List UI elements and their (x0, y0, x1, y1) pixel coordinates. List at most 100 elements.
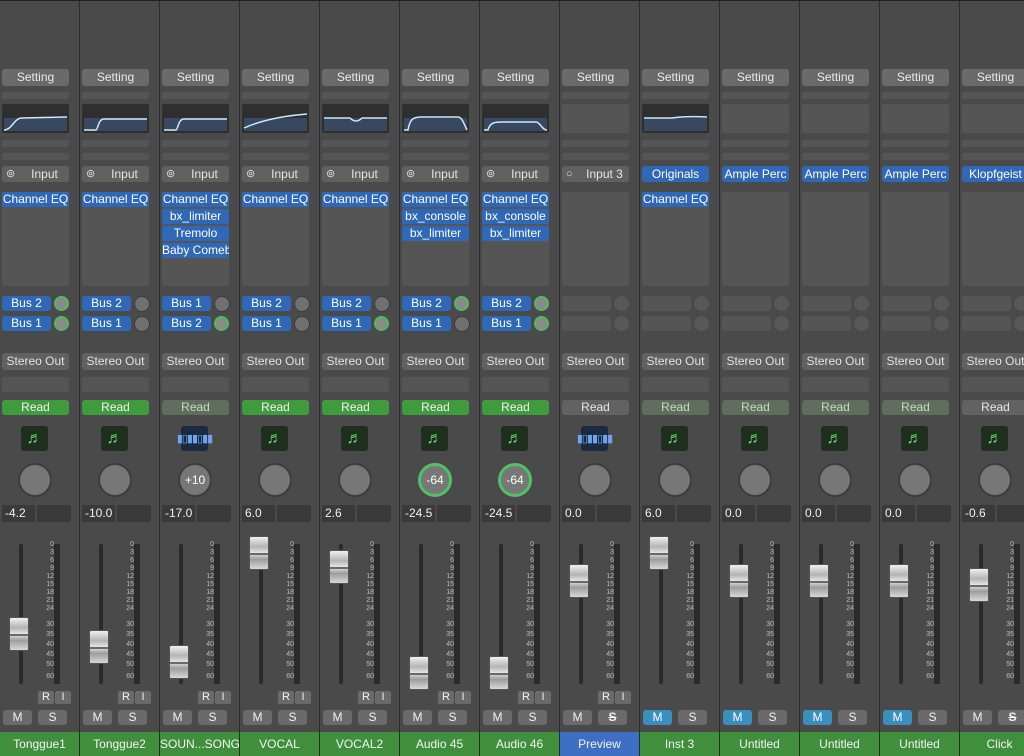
volume-readout[interactable]: 6.0 (642, 505, 675, 522)
group-slot[interactable] (242, 377, 309, 392)
eq-display[interactable] (722, 104, 789, 133)
input-format-slot[interactable] (482, 153, 549, 160)
input-format-slot[interactable] (322, 153, 389, 160)
eq-display[interactable] (482, 104, 549, 133)
group-slot[interactable] (562, 377, 629, 392)
send-level-knob[interactable] (534, 296, 549, 311)
input-format-slot[interactable] (962, 153, 1024, 160)
setting-button[interactable]: Setting (2, 69, 69, 86)
group-slot[interactable] (482, 377, 549, 392)
audio-effects-slots[interactable]: Channel EQ bx_console bx_limiter (402, 192, 469, 286)
audio-effects-slots[interactable]: Channel EQ (242, 192, 309, 286)
audio-effects-slots[interactable]: Channel EQ (642, 192, 709, 286)
send-slot[interactable] (882, 316, 931, 331)
midi-effects-slot[interactable] (162, 140, 229, 147)
input-monitor-button[interactable]: I (455, 691, 471, 704)
plugin-slot[interactable]: Tremolo (162, 226, 229, 241)
solo-button[interactable]: S (918, 710, 947, 725)
automation-mode-button[interactable]: Read (642, 400, 709, 415)
group-slot[interactable] (82, 377, 149, 392)
audio-effects-slots[interactable] (562, 192, 629, 286)
volume-fader[interactable] (249, 536, 269, 570)
setting-button[interactable]: Setting (802, 69, 869, 86)
stereo-link-icon[interactable]: ⊚ (6, 166, 15, 182)
send-level-knob[interactable] (1014, 296, 1024, 311)
eq-display[interactable] (82, 104, 149, 133)
pan-knob[interactable] (18, 463, 52, 497)
send-slot[interactable] (802, 296, 851, 311)
automation-mode-button[interactable]: Read (242, 400, 309, 415)
mute-button[interactable]: M (723, 710, 752, 725)
send-level-knob[interactable] (54, 316, 69, 331)
group-slot[interactable] (962, 377, 1024, 392)
stereo-link-icon[interactable]: ⊚ (86, 166, 95, 182)
send-slot[interactable]: Bus 2 (2, 296, 51, 311)
solo-button[interactable]: S (38, 710, 67, 725)
send-level-knob[interactable] (214, 316, 229, 331)
output-slot[interactable]: Stereo Out (562, 353, 629, 370)
send-level-knob[interactable] (774, 296, 789, 311)
solo-button[interactable]: S (358, 710, 387, 725)
send-level-knob[interactable] (854, 296, 869, 311)
mute-button[interactable]: M (883, 710, 912, 725)
midi-effects-slot[interactable] (402, 140, 469, 147)
input-monitor-button[interactable]: I (295, 691, 311, 704)
pan-knob[interactable]: -64 (418, 463, 452, 497)
setting-button[interactable]: Setting (962, 69, 1024, 86)
stereo-link-icon[interactable]: ⊚ (246, 166, 255, 182)
output-slot[interactable]: Stereo Out (162, 353, 229, 370)
plugin-slot[interactable]: Channel EQ (82, 192, 149, 207)
send-level-knob[interactable] (54, 296, 69, 311)
output-slot[interactable]: Stereo Out (722, 353, 789, 370)
audio-effects-slots[interactable]: Channel EQ bx_console bx_limiter (482, 192, 549, 286)
audio-effects-slots[interactable]: Channel EQ (2, 192, 69, 286)
input-format-slot[interactable] (802, 153, 869, 160)
instrument-slot[interactable]: Originals (642, 166, 709, 182)
record-enable-button[interactable]: R (358, 691, 374, 704)
audio-effects-slots[interactable] (802, 192, 869, 286)
volume-fader[interactable] (969, 568, 989, 602)
eq-display[interactable] (962, 104, 1024, 133)
mute-button[interactable]: M (563, 710, 592, 725)
record-enable-button[interactable]: R (278, 691, 294, 704)
pan-knob[interactable] (658, 463, 692, 497)
mute-button[interactable]: M (643, 710, 672, 725)
track-name[interactable]: SOUN...SONG (160, 732, 239, 756)
volume-readout[interactable]: -10.0 (82, 505, 115, 522)
pan-knob[interactable] (738, 463, 772, 497)
audio-effects-slots[interactable]: Channel EQ (322, 192, 389, 286)
instrument-slot[interactable]: Ample Perc (802, 166, 869, 182)
eq-display[interactable] (802, 104, 869, 133)
setting-button[interactable]: Setting (242, 69, 309, 86)
plugin-slot[interactable]: Channel EQ (242, 192, 309, 207)
track-name[interactable]: VOCAL (240, 732, 319, 756)
input-format-slot[interactable] (162, 153, 229, 160)
send-level-knob[interactable] (454, 296, 469, 311)
send-level-knob[interactable] (454, 316, 470, 332)
plugin-slot[interactable]: bx_console (482, 209, 549, 224)
volume-fader[interactable] (649, 536, 669, 570)
input-monitor-button[interactable]: I (535, 691, 551, 704)
setting-button[interactable]: Setting (162, 69, 229, 86)
record-enable-button[interactable]: R (198, 691, 214, 704)
volume-fader[interactable] (489, 656, 509, 690)
setting-button[interactable]: Setting (82, 69, 149, 86)
input-format-slot[interactable] (82, 153, 149, 160)
send-slot[interactable] (802, 316, 851, 331)
eq-display[interactable] (322, 104, 389, 133)
eq-display[interactable] (562, 104, 629, 133)
record-enable-button[interactable]: R (38, 691, 54, 704)
eq-display[interactable] (2, 104, 69, 133)
mute-button[interactable]: M (803, 710, 832, 725)
output-slot[interactable]: Stereo Out (642, 353, 709, 370)
group-slot[interactable] (722, 377, 789, 392)
track-name[interactable]: VOCAL2 (320, 732, 399, 756)
send-slot[interactable]: Bus 1 (322, 316, 371, 331)
track-name[interactable]: Audio 45 (400, 732, 479, 756)
send-slot[interactable] (642, 316, 691, 331)
input-slot[interactable]: ⊚ Input (482, 166, 549, 182)
instrument-slot[interactable]: Klopfgeist (962, 166, 1024, 182)
stereo-link-icon[interactable]: ⊚ (166, 166, 175, 182)
input-monitor-button[interactable]: I (375, 691, 391, 704)
eq-display[interactable] (642, 104, 709, 133)
